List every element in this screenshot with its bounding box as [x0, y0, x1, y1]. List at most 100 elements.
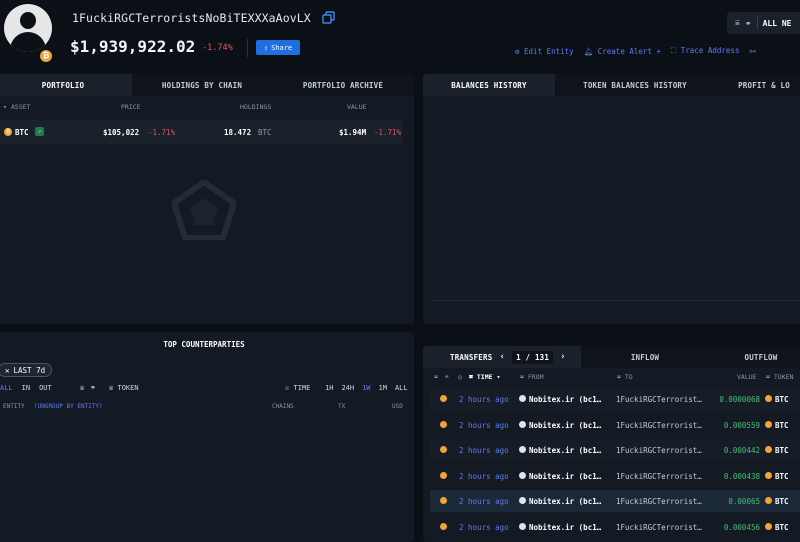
copy-icon[interactable] [322, 11, 335, 24]
filter-in[interactable]: IN [22, 384, 30, 392]
transfer-token: BTC [775, 420, 789, 430]
portfolio-tabs: PORTFOLIO HOLDINGS BY CHAIN PORTFOLIO AR… [0, 74, 414, 96]
link-icon[interactable]: ⚭ [444, 373, 449, 381]
transfer-time[interactable]: 2 hours ago [459, 523, 509, 532]
range-1w[interactable]: 1W [362, 384, 370, 392]
history-tabs: BALANCES HISTORY TOKEN BALANCES HISTORY … [423, 74, 800, 96]
time-chip[interactable]: ✕ LAST 7d [0, 363, 53, 377]
transfer-value: 0.000438 [723, 471, 760, 481]
transfer-from[interactable]: Nobitex.ir (bc1… [529, 497, 601, 506]
transfer-token: BTC [775, 497, 789, 506]
transfer-row[interactable]: 2 hours ago Nobitex.ir (bc1… 1FuckiRGCTerr… [430, 413, 800, 436]
close-icon[interactable]: ✕ [5, 366, 10, 375]
transfer-time[interactable]: 2 hours ago [459, 395, 509, 404]
graph-button[interactable]: ⚯ [749, 47, 755, 56]
time-filter[interactable]: ⩸ TIME [285, 384, 310, 393]
transfer-to[interactable]: 1FuckiRGCTerrorist… [616, 395, 702, 404]
col-token[interactable]: ⩸ TOKEN [766, 373, 793, 382]
transfer-to[interactable]: 1FuckiRGCTerrorist… [616, 446, 702, 455]
transfer-time[interactable]: 2 hours ago [459, 497, 509, 506]
sort-icon[interactable]: ▾ [3, 103, 7, 111]
transfer-row[interactable]: 2 hours ago Nobitex.ir (bc1… 1FuckiRGCTerr… [430, 515, 800, 538]
watermark-logo-icon [170, 178, 238, 242]
price-change: -1.71% [148, 128, 176, 137]
col-to[interactable]: ⩸ TO [617, 373, 633, 382]
tab-holdings-by-chain[interactable]: HOLDINGS BY CHAIN [132, 74, 272, 96]
avatar: ₿ [4, 4, 54, 62]
btc-chain-icon [440, 446, 447, 453]
range-1h[interactable]: 1H [325, 384, 333, 392]
value-change: -1.71% [374, 128, 402, 137]
clock-icon[interactable]: ◷ [458, 373, 462, 381]
edit-entity-button[interactable]: ⚙ Edit Entity [515, 47, 574, 56]
tab-portfolio[interactable]: PORTFOLIO [0, 74, 132, 96]
transfer-row[interactable]: 2 hours ago Nobitex.ir (bc1… 1FuckiRGCTerr… [430, 464, 800, 487]
transfer-token: BTC [775, 395, 789, 404]
prev-page-icon[interactable]: ‹ [499, 352, 505, 362]
btc-icon [765, 395, 772, 402]
transfer-to[interactable]: 1FuckiRGCTerrorist… [616, 497, 702, 506]
tab-token-balances-history[interactable]: TOKEN BALANCES HISTORY [555, 74, 715, 96]
filter-icon[interactable]: ⩸ [434, 373, 438, 382]
col-time[interactable]: ⩸ TIME ▾ [469, 373, 500, 382]
tab-outflow[interactable]: OUTFLOW [709, 346, 800, 368]
transfer-to[interactable]: 1FuckiRGCTerrorist… [616, 523, 702, 532]
trace-address-button[interactable]: ⛶ Trace Address [671, 46, 739, 56]
transfer-row[interactable]: 2 hours ago Nobitex.ir (bc1… 1FuckiRGCTerr… [430, 439, 800, 461]
transfer-to[interactable]: 1FuckiRGCTerrorist… [616, 421, 702, 430]
share-button[interactable]: ⇪ Share [256, 40, 300, 55]
asset-price: $105,022 [103, 128, 140, 137]
col-value[interactable]: VALUE [737, 373, 757, 381]
link-icon[interactable]: ⚭ [90, 384, 96, 392]
transfer-row[interactable]: 2 hours ago Nobitex.ir (bc1… 1FuckiRGCTerr… [430, 388, 800, 410]
graph-icon: ⚯ [749, 46, 756, 56]
transfer-to[interactable]: 1FuckiRGCTerrorist… [616, 472, 702, 481]
transfer-time[interactable]: 2 hours ago [459, 472, 509, 481]
tab-inflow[interactable]: INFLOW [581, 346, 709, 368]
transfer-time[interactable]: 2 hours ago [459, 421, 509, 430]
col-usd[interactable]: USD [392, 403, 403, 410]
filter-icon[interactable]: ⩸ [80, 384, 84, 393]
transfer-token: BTC [775, 471, 789, 481]
chart-icon[interactable]: ↗ [35, 127, 44, 136]
counterparties-panel: TOP COUNTERPARTIES ✕ LAST 7d ALL IN OUT ⩸… [0, 332, 414, 542]
col-price[interactable]: PRICE [121, 103, 141, 111]
transfer-from[interactable]: Nobitex.ir (bc1… [529, 395, 601, 404]
col-from[interactable]: ⩸ FROM [520, 373, 544, 382]
filter-out[interactable]: OUT [39, 384, 52, 392]
range-24h[interactable]: 24H [341, 384, 354, 392]
transfer-from[interactable]: Nobitex.ir (bc1… [529, 446, 601, 455]
transfer-time[interactable]: 2 hours ago [459, 446, 509, 455]
tab-profit-loss[interactable]: PROFIT & LO [715, 74, 800, 96]
entity-icon [519, 446, 526, 453]
divider [247, 39, 248, 57]
tab-portfolio-archive[interactable]: PORTFOLIO ARCHIVE [272, 74, 414, 96]
btc-chain-icon [440, 497, 447, 504]
tab-balances-history[interactable]: BALANCES HISTORY [423, 74, 555, 96]
transfer-row[interactable]: 2 hours ago Nobitex.ir (bc1… 1FuckiRGCTerr… [430, 490, 800, 512]
balance-value: $1,939,922.02 [70, 37, 196, 56]
token-filter[interactable]: ⩸ TOKEN [109, 384, 139, 393]
time-chip-label: LAST 7d [13, 365, 46, 375]
col-asset[interactable]: ASSET [11, 103, 31, 111]
portfolio-row[interactable]: ₿ BTC ↗ $105,022 -1.71% 18.472 BTC $1.94… [0, 120, 402, 144]
range-1m[interactable]: 1M [379, 384, 387, 392]
range-all[interactable]: ALL [395, 384, 408, 392]
btc-icon [765, 420, 772, 428]
tab-transfers[interactable]: TRANSFERS ‹ 1 / 131 › [423, 346, 581, 368]
col-value[interactable]: VALUE [347, 103, 367, 111]
btc-chain-icon [440, 420, 447, 428]
transfer-from[interactable]: Nobitex.ir (bc1… [529, 472, 601, 481]
transfer-from[interactable]: Nobitex.ir (bc1… [529, 523, 601, 532]
asset-holdings: 18.472 [224, 128, 252, 137]
btc-icon [765, 522, 772, 530]
transfer-from[interactable]: Nobitex.ir (bc1… [529, 421, 601, 430]
transfers-panel: TRANSFERS ‹ 1 / 131 › INFLOW OUTFLOW ⩸ ⚭… [423, 346, 800, 542]
col-tx[interactable]: TX [338, 403, 345, 410]
col-holdings[interactable]: HOLDINGS [240, 103, 271, 111]
next-page-icon[interactable]: › [560, 352, 566, 362]
filter-all[interactable]: ALL [0, 384, 13, 392]
network-filter[interactable]: ⩸ ⚭ ALL NE [727, 12, 800, 34]
create-alert-button[interactable]: 🔔︎ Create Alert + [584, 47, 661, 56]
ungroup-link[interactable]: (UNGROUP BY ENTITY) [34, 403, 103, 410]
